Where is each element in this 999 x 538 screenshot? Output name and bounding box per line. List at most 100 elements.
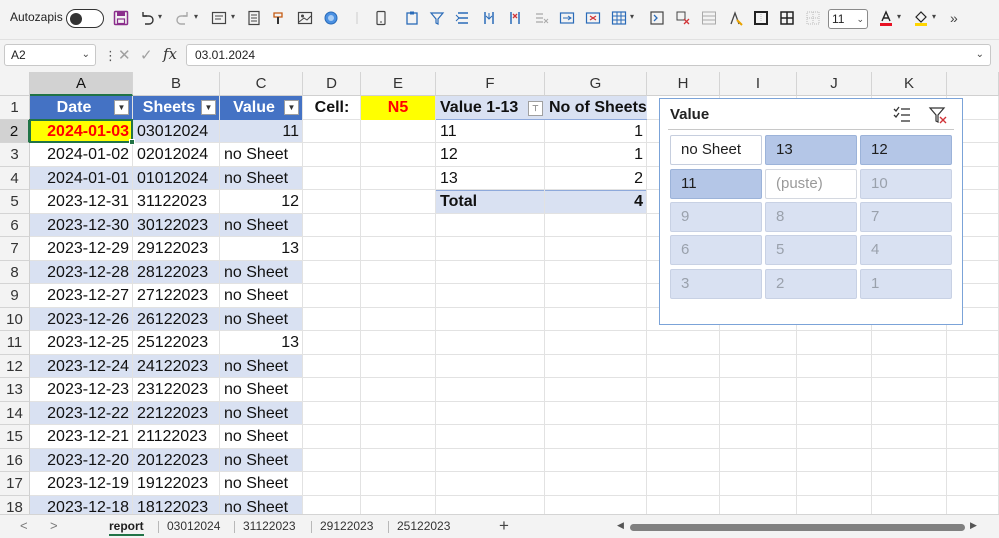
borders-all-icon[interactable] [778,9,796,27]
slicer-item[interactable]: 1 [860,269,952,299]
shape-circle-icon[interactable] [322,9,340,27]
clear-all-icon[interactable] [726,9,744,27]
cancel-icon[interactable]: ✕ [118,46,131,64]
enter-icon[interactable]: ✓ [140,46,153,64]
borders-outside-icon[interactable] [752,9,770,27]
expand-formula-icon[interactable]: ⌄ [976,45,984,65]
horizontal-scrollbar[interactable] [630,524,965,531]
next-sheet-icon[interactable]: > [50,518,58,533]
column-header-i[interactable]: I [720,72,797,96]
column-header-c[interactable]: C [220,72,303,96]
table-cell[interactable]: no Sheet [220,261,303,285]
table-cell[interactable]: no Sheet [220,496,303,515]
table-cell[interactable]: 25122023 [133,331,220,355]
undo-dropdown-icon[interactable]: ▾ [158,12,162,21]
scroll-right-icon[interactable]: ▶ [970,520,977,531]
table-cell[interactable]: 2023-12-26 [30,308,133,332]
column-header-e[interactable]: E [361,72,436,96]
fill-handle[interactable] [129,139,135,145]
table-cell[interactable]: 26122023 [133,308,220,332]
column-header-d[interactable]: D [303,72,361,96]
more-commands-icon[interactable]: » [950,10,958,26]
slicer-item[interactable]: 3 [670,269,762,299]
row-header-12[interactable]: 12 [0,354,30,378]
table-cell[interactable]: no Sheet [220,402,303,426]
row-header-18[interactable]: 18 [0,495,30,514]
multi-select-icon[interactable] [892,105,912,125]
table-cell[interactable]: 2023-12-28 [30,261,133,285]
filter-dropdown-icon[interactable]: ▼ [284,100,299,115]
slicer-item[interactable]: 12 [860,135,952,165]
add-sheet-icon[interactable]: + [499,516,509,536]
table-cell[interactable]: no Sheet [220,378,303,402]
phone-icon[interactable] [372,9,390,27]
save-icon[interactable] [112,9,130,27]
table-cell[interactable]: 2023-12-25 [30,331,133,355]
borders-none-icon[interactable] [804,9,822,27]
row-header-4[interactable]: 4 [0,166,30,190]
cell-style-icon[interactable] [700,9,718,27]
clipboard-icon[interactable] [403,9,421,27]
clear-formats-icon[interactable] [674,9,692,27]
table-dropdown-icon[interactable]: ▾ [630,12,634,21]
pivot-row-label[interactable]: 13 [436,167,545,191]
table-cell[interactable]: 19122023 [133,472,220,496]
font-size-select[interactable]: 11 ⌄ [828,9,868,29]
sheet-tab-25122023[interactable]: 25122023 [397,519,450,533]
row-header-2[interactable]: 2 [0,119,30,143]
table-cell[interactable]: 11 [220,120,303,144]
slicer-item[interactable]: 7 [860,202,952,232]
table-cell[interactable]: 30122023 [133,214,220,238]
table-cell[interactable]: 2023-12-21 [30,425,133,449]
insert-function-icon[interactable]: fx [163,45,177,63]
table-cell[interactable]: 2024-01-01 [30,167,133,191]
pivot-row-value[interactable]: 1 [545,120,647,144]
table-cell[interactable]: 2023-12-30 [30,214,133,238]
font-color-icon[interactable] [877,9,895,27]
pivot-row-label[interactable]: 12 [436,143,545,167]
redo-dropdown-icon[interactable]: ▾ [194,12,198,21]
delete-column-icon[interactable] [506,9,524,27]
column-header-h[interactable]: H [647,72,720,96]
table-cell[interactable]: 27122023 [133,284,220,308]
pivot-row-label[interactable]: 11 [436,120,545,144]
row-header-14[interactable]: 14 [0,401,30,425]
table-icon[interactable] [610,9,628,27]
slicer-item[interactable]: 10 [860,169,952,199]
slicer-item[interactable]: 2 [765,269,857,299]
table-cell[interactable]: 2023-12-19 [30,472,133,496]
pivot-row-value[interactable]: 1 [545,143,647,167]
column-header-f[interactable]: F [436,72,545,96]
table-cell[interactable]: 01012024 [133,167,220,191]
form-icon[interactable] [210,9,228,27]
autosave-toggle[interactable] [66,9,104,28]
indent-icon[interactable] [648,9,666,27]
table-cell[interactable]: no Sheet [220,472,303,496]
undo-icon[interactable] [138,9,156,27]
row-header-10[interactable]: 10 [0,307,30,331]
sort-filter-icon[interactable] [428,9,446,27]
redo-icon[interactable] [174,9,192,27]
sheet-tab-29122023[interactable]: 29122023 [320,519,373,533]
prev-sheet-icon[interactable]: < [20,518,28,533]
slicer-item[interactable]: (puste) [765,169,857,199]
row-header-17[interactable]: 17 [0,472,30,496]
row-header-9[interactable]: 9 [0,284,30,308]
column-header-a[interactable]: A [30,72,133,96]
table-cell[interactable]: 20122023 [133,449,220,473]
sheet-tab-31122023[interactable]: 31122023 [243,519,296,533]
formula-input[interactable]: 03.01.2024 ⌄ [186,44,991,66]
column-header-j[interactable]: J [797,72,872,96]
table-cell[interactable]: 28122023 [133,261,220,285]
fill-color-dropdown-icon[interactable]: ▾ [932,12,936,21]
format-painter-icon[interactable] [270,9,288,27]
row-header-15[interactable]: 15 [0,425,30,449]
column-header-g[interactable]: G [545,72,647,96]
clear-icon[interactable] [532,9,550,27]
slicer-item[interactable]: 4 [860,235,952,265]
unmerge-icon[interactable] [584,9,602,27]
slicer-item[interactable]: no Sheet [670,135,762,165]
table-cell[interactable]: no Sheet [220,355,303,379]
filter-dropdown-icon[interactable]: ▼ [114,100,129,115]
table-cell[interactable]: 18122023 [133,496,220,515]
